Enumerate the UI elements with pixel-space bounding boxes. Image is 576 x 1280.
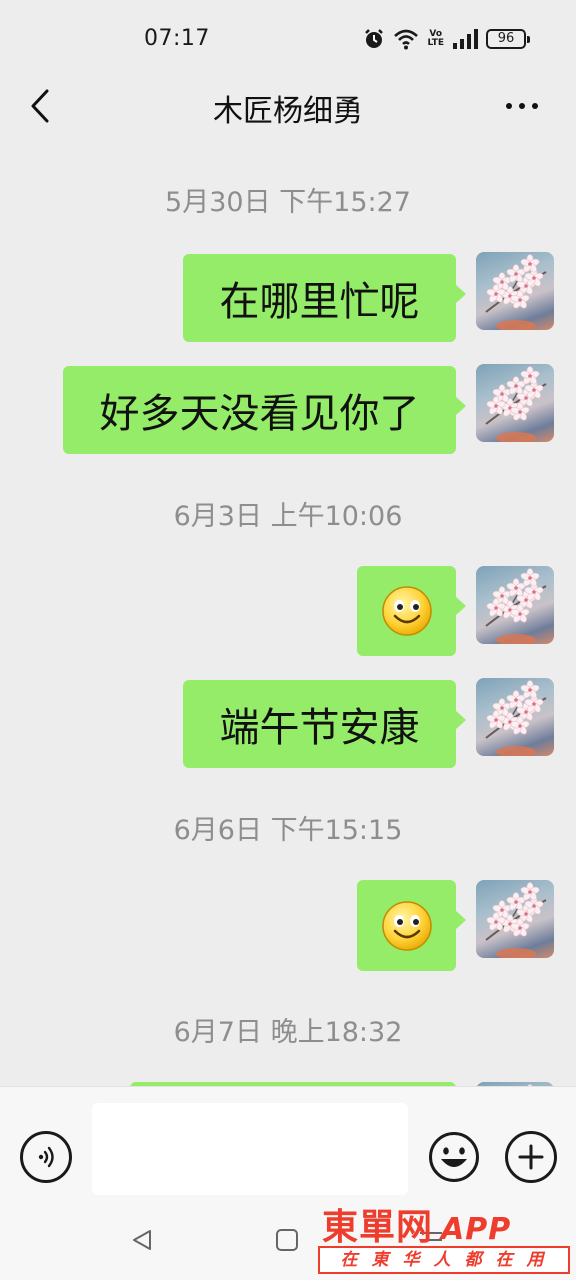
plus-icon bbox=[518, 1144, 544, 1170]
message-text: 好多天没看见你了 bbox=[99, 391, 420, 437]
nav-home-button[interactable] bbox=[275, 1228, 299, 1256]
avatar[interactable] bbox=[476, 566, 554, 644]
alarm-icon bbox=[363, 28, 385, 50]
more-dot-icon bbox=[519, 103, 525, 109]
watermark-app: APP bbox=[441, 1212, 512, 1247]
avatar[interactable] bbox=[476, 880, 554, 958]
battery-icon: 96 bbox=[486, 29, 530, 49]
wifi-icon bbox=[393, 28, 419, 50]
status-time: 07:17 bbox=[144, 26, 210, 51]
emoji-button[interactable] bbox=[428, 1131, 480, 1183]
status-icons: Vo LTE 96 bbox=[363, 26, 530, 52]
title-bar: 木匠杨细勇 bbox=[0, 76, 576, 152]
timestamp: 6月3日 上午10:06 bbox=[173, 501, 403, 532]
message-bubble[interactable] bbox=[357, 566, 466, 656]
timestamp: 6月7日 晚上18:32 bbox=[173, 1017, 403, 1048]
voice-button[interactable] bbox=[20, 1131, 72, 1183]
avatar[interactable] bbox=[476, 252, 554, 330]
watermark-title: 東單网 APP bbox=[322, 1198, 511, 1250]
message-text: 端午节安康 bbox=[219, 705, 420, 751]
more-dot-icon bbox=[506, 103, 512, 109]
status-bar: 07:17 Vo LTE 96 bbox=[0, 0, 576, 76]
chat-title: 木匠杨细勇 bbox=[213, 94, 363, 129]
message-bubble[interactable]: 端午节安康 bbox=[183, 680, 466, 768]
signal-icon bbox=[452, 28, 478, 50]
voice-icon bbox=[38, 1146, 54, 1168]
volte-bottom-label: LTE bbox=[427, 38, 444, 48]
emoji-icon bbox=[429, 1132, 479, 1182]
nav-home-icon bbox=[276, 1229, 298, 1251]
more-dot-icon bbox=[532, 103, 538, 109]
plus-button[interactable] bbox=[505, 1131, 557, 1183]
avatar[interactable] bbox=[476, 364, 554, 442]
message-input[interactable] bbox=[92, 1103, 408, 1195]
more-button[interactable] bbox=[498, 88, 546, 124]
smile-emoji-icon bbox=[381, 900, 432, 951]
smile-emoji-icon bbox=[381, 586, 432, 636]
watermark-slogan: 在東华人都在用 bbox=[318, 1246, 570, 1274]
watermark-logo: 東單网 APP 在東华人都在用 bbox=[318, 1196, 570, 1276]
nav-back-icon bbox=[133, 1230, 151, 1250]
message-bubble[interactable] bbox=[357, 880, 466, 971]
timestamp: 6月6日 下午15:15 bbox=[173, 815, 403, 846]
chat-area[interactable]: 5月30日 下午15:27 在哪里忙呢 好多天没看见你了 6月3日 上午10:0… bbox=[0, 152, 576, 1086]
message-bubble[interactable]: 好多天没看见你了 bbox=[63, 366, 466, 454]
message-text: 在哪里忙呢 bbox=[219, 279, 420, 325]
timestamp: 5月30日 下午15:27 bbox=[165, 187, 411, 218]
nav-back-button[interactable] bbox=[130, 1228, 154, 1256]
watermark-brand: 東單网 bbox=[322, 1207, 434, 1248]
avatar[interactable] bbox=[476, 678, 554, 756]
input-bar bbox=[0, 1086, 576, 1206]
volte-icon: Vo LTE bbox=[427, 30, 444, 48]
message-bubble[interactable]: 在哪里忙呢 bbox=[183, 254, 466, 342]
